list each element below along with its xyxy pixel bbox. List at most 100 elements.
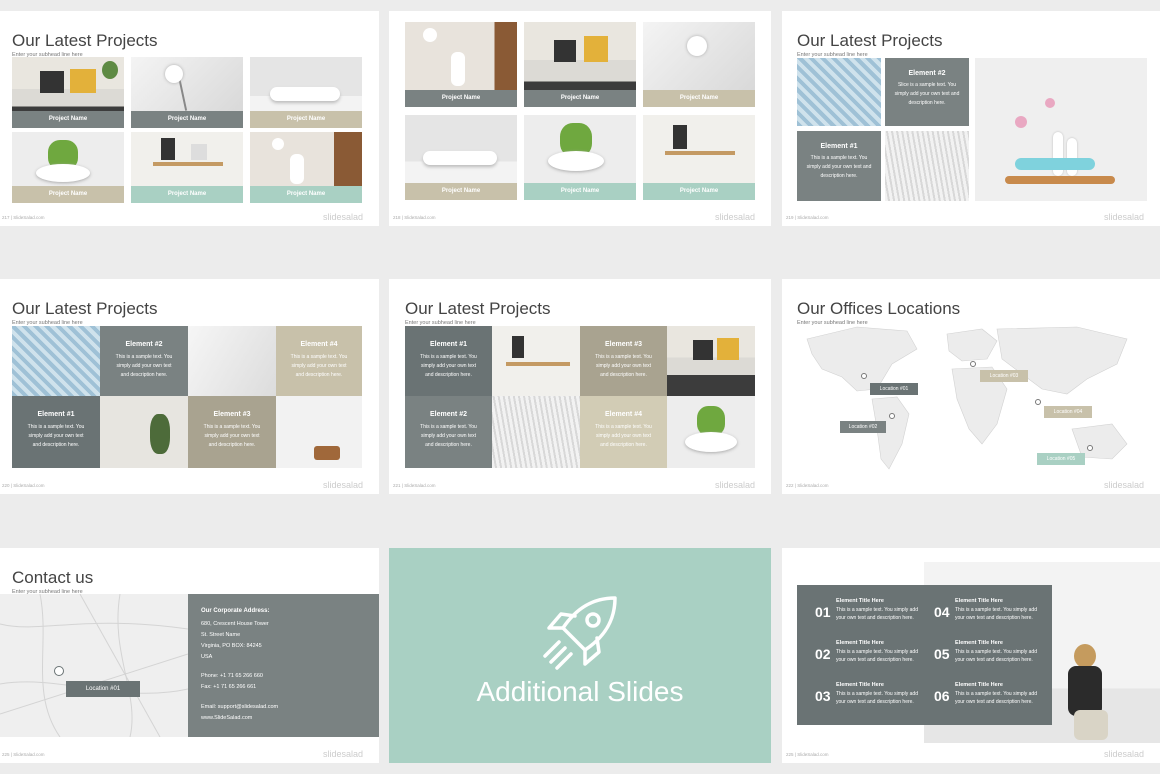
project-photo-lamp: Project Name	[131, 57, 243, 128]
project-photo-sofa: Project Name	[524, 22, 636, 107]
item-title: Element Title Here	[955, 682, 1003, 688]
project-caption: Project Name	[12, 186, 124, 203]
project-photo-lounge-chair: Project Name	[405, 115, 517, 200]
location-label: Location #04	[1044, 406, 1092, 418]
element-tile: Element #4 This is a sample text. You sim…	[580, 396, 667, 468]
location-label: Location #05	[1037, 453, 1085, 465]
slide-footer: 222 | SlideSalad.com	[786, 483, 829, 488]
item-number: 01	[815, 604, 831, 620]
item-title: Element Title Here	[836, 598, 884, 604]
location-label: Location #01	[870, 383, 918, 395]
slide-thumbnail-3[interactable]: Our Latest Projects Enter your subhead l…	[782, 11, 1160, 226]
item-number: 05	[934, 646, 950, 662]
glass-building-photo	[797, 58, 881, 126]
item-title: Element Title Here	[955, 598, 1003, 604]
slide-footer: 221 | SlideSalad.com	[393, 483, 436, 488]
slide-footer: 218 | SlideSalad.com	[393, 215, 436, 220]
slide-title: Our Offices Locations	[797, 299, 961, 318]
project-caption: Project Name	[12, 111, 124, 128]
project-photo-vase: Project Name	[405, 22, 517, 107]
project-photo-cactus: Project Name	[524, 115, 636, 200]
desk-photo	[492, 326, 580, 396]
project-caption: Project Name	[524, 90, 636, 107]
item-number: 04	[934, 604, 950, 620]
location-label: Location #02	[840, 421, 886, 433]
brand-watermark: slidesalad	[1103, 212, 1144, 222]
item-desc: This is a sample text. You simply add yo…	[836, 649, 918, 663]
email-link[interactable]: Email: support@slidesalad.com	[201, 702, 278, 713]
item-title: Element Title Here	[836, 682, 884, 688]
slide-thumbnail-4[interactable]: Our Latest Projects Enter your subhead l…	[0, 279, 379, 494]
project-photo-sofa: Project Name	[12, 57, 124, 128]
slide-thumbnail-1[interactable]: Our Latest Projects Enter your subhead l…	[0, 11, 379, 226]
glass-building-photo	[12, 326, 100, 396]
slide-title: Contact us	[12, 568, 94, 587]
project-caption: Project Name	[131, 186, 243, 203]
slide-title: Our Latest Projects	[12, 31, 158, 50]
slide-thumbnail-5[interactable]: Our Latest Projects Enter your subhead l…	[389, 279, 771, 494]
element-tile: Element #1 This is a sample text. You sim…	[405, 326, 492, 396]
item-desc: This is a sample text. You simply add yo…	[836, 691, 918, 705]
element-tile: Element #2 Slice is a sample text. You s…	[885, 58, 969, 126]
interior-plant-photo	[100, 396, 188, 468]
slide-footer: 219 | SlideSalad.com	[786, 215, 829, 220]
slide-thumbnail-7[interactable]: Contact us Enter your subhead line here …	[0, 548, 379, 763]
world-map	[806, 326, 1128, 470]
slide-thumbnail-6[interactable]: Our Offices Locations Enter your subhead…	[782, 279, 1160, 494]
sofa-photo	[667, 326, 755, 396]
element-tile: Element #2 This is a sample text. You sim…	[405, 396, 492, 468]
slide-thumbnail-8[interactable]: Additional Slides	[389, 548, 771, 763]
slide-footer: 225 | SlideSalad.com	[786, 752, 829, 757]
address-line: 680, Crescent House Tower	[201, 621, 269, 627]
slide-title: Our Latest Projects	[797, 31, 943, 50]
project-caption: Project Name	[405, 90, 517, 107]
element-tile: Element #2 This is a sample text. You sim…	[100, 326, 188, 396]
address-line: St. Street Name	[201, 632, 241, 638]
item-number: 03	[815, 688, 831, 704]
project-photo-lamp: Project Name	[643, 22, 755, 107]
project-caption: Project Name	[405, 183, 517, 200]
project-photo-vase: Project Name	[250, 132, 362, 203]
slide-footer: 220 | SlideSalad.com	[2, 483, 45, 488]
address-line: Virginia, PO BOX: 84245	[201, 643, 262, 649]
address-panel: Our Corporate Address: 680, Crescent Hou…	[188, 594, 379, 737]
slide-thumbnail-2[interactable]: Project Name Project Name Project Name P…	[389, 11, 771, 226]
project-caption: Project Name	[131, 111, 243, 128]
rocket-icon	[543, 596, 617, 670]
element-tile: Element #3 This is a sample text. You sim…	[580, 326, 667, 396]
lamp-stool-photo	[276, 396, 362, 468]
building-photo	[885, 131, 969, 201]
brand-watermark: slidesalad	[1103, 749, 1144, 759]
slide-footer: 225 | SlideSalad.com	[2, 752, 45, 757]
element-tile: Element #1 This is a sample text. You si…	[797, 131, 881, 201]
slide-thumbnail-9[interactable]: 01 Element Title Here This is a sample t…	[782, 548, 1160, 763]
project-photo-desk: Project Name	[643, 115, 755, 200]
location-label: Location #01	[66, 681, 140, 697]
fax-text: Fax: +1 71 65 266 661	[201, 684, 257, 690]
item-title: Element Title Here	[955, 640, 1003, 646]
slide-footer: 217 | SlideSalad.com	[2, 215, 45, 220]
project-photo-desk: Project Name	[131, 132, 243, 203]
item-number: 06	[934, 688, 950, 704]
item-desc: This is a sample text. You simply add yo…	[955, 649, 1037, 663]
location-label: Location #03	[980, 370, 1028, 382]
element-tile: Element #4 This is a sample text. You sim…	[276, 326, 362, 396]
element-tile: Element #1 This is a sample text. You sim…	[12, 396, 100, 468]
section-title: Additional Slides	[476, 676, 684, 707]
project-caption: Project Name	[643, 183, 755, 200]
item-desc: This is a sample text. You simply add yo…	[955, 691, 1037, 705]
website-link[interactable]: www.SlideSalad.com	[201, 713, 252, 724]
brand-watermark: slidesalad	[322, 480, 363, 490]
street-map	[0, 594, 188, 737]
brand-watermark: slidesalad	[714, 480, 755, 490]
item-desc: This is a sample text. You simply add yo…	[836, 607, 918, 621]
element-tile: Element #3 This is a sample text. You sim…	[188, 396, 276, 468]
phone-text: Phone: +1 71 65 266 660	[201, 673, 263, 679]
brand-watermark: slidesalad	[322, 212, 363, 222]
building-photo	[492, 396, 580, 468]
address-title: Our Corporate Address:	[201, 608, 270, 614]
project-caption: Project Name	[250, 186, 362, 203]
brand-watermark: slidesalad	[322, 749, 363, 759]
brand-watermark: slidesalad	[714, 212, 755, 222]
architecture-photo	[188, 326, 276, 396]
